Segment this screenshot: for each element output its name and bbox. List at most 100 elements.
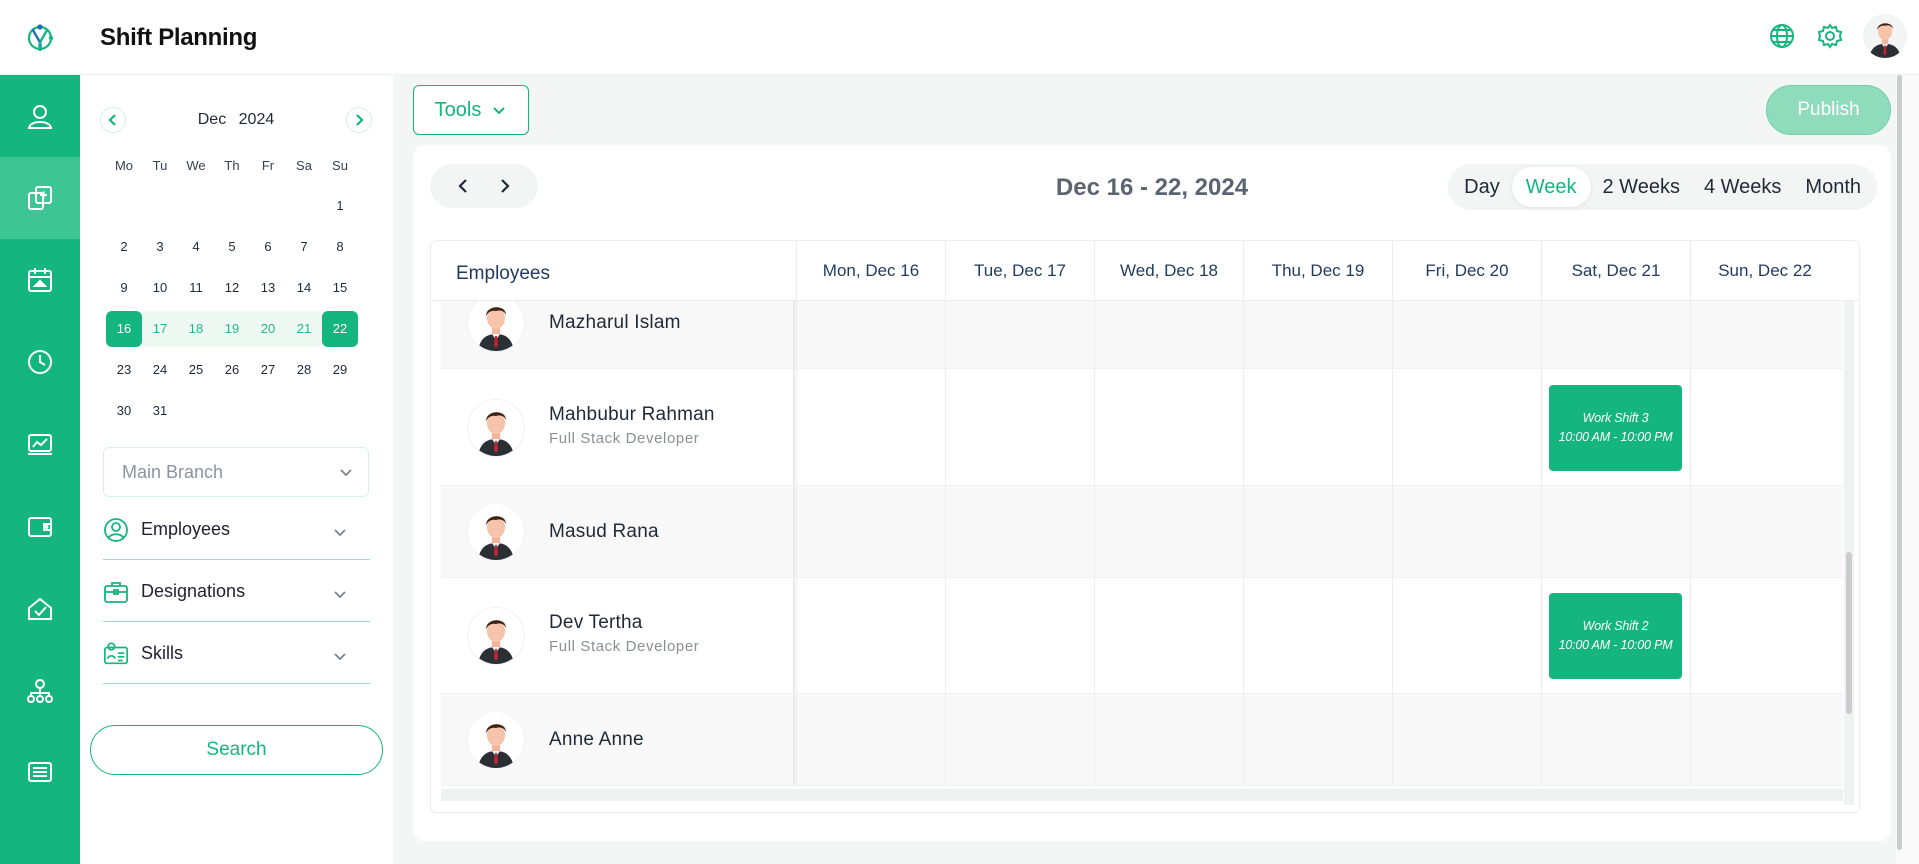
shift-cell[interactable] — [1690, 301, 1839, 368]
calendar-day[interactable]: 12 — [214, 270, 250, 306]
calendar-day[interactable]: 26 — [214, 352, 250, 388]
nav-tasks[interactable] — [0, 567, 80, 649]
nav-shift-planning[interactable] — [0, 157, 80, 239]
calendar-day[interactable]: 21 — [286, 310, 322, 347]
search-button[interactable]: Search — [90, 725, 383, 775]
shift-cell[interactable] — [1243, 301, 1392, 368]
calendar-day[interactable]: 1 — [322, 188, 358, 224]
shift-cell[interactable] — [1392, 486, 1541, 577]
page-scrollbar-thumb[interactable] — [1897, 75, 1902, 850]
view-tab-week[interactable]: Week — [1511, 167, 1591, 207]
calendar-day[interactable]: 16 — [106, 310, 142, 347]
shift-cell[interactable] — [1094, 486, 1243, 577]
employee-cell[interactable]: Anne Anne — [441, 694, 795, 785]
shift-cell[interactable] — [945, 486, 1094, 577]
calendar-day[interactable]: 29 — [322, 352, 358, 388]
calendar-day[interactable]: 11 — [178, 270, 214, 306]
view-tab-month[interactable]: Month — [1793, 167, 1873, 207]
calendar-day[interactable]: 27 — [250, 352, 286, 388]
shift-cell[interactable] — [796, 369, 945, 485]
shift-cell[interactable]: Work Shift 2 10:00 AM - 10:00 PM — [1541, 578, 1690, 693]
shift-cell[interactable] — [1690, 578, 1839, 693]
view-tab-2-weeks[interactable]: 2 Weeks — [1591, 167, 1692, 207]
calendar-day[interactable]: 8 — [322, 229, 358, 265]
calendar-day[interactable]: 2 — [106, 229, 142, 265]
calendar-day[interactable]: 13 — [250, 270, 286, 306]
shift-cell[interactable] — [1243, 578, 1392, 693]
shift-cell[interactable] — [1243, 486, 1392, 577]
shift-cell[interactable] — [1541, 694, 1690, 785]
skills-filter[interactable]: Skills — [103, 624, 370, 684]
shift-cell[interactable] — [945, 694, 1094, 785]
grid-horizontal-scrollbar[interactable] — [441, 789, 1843, 801]
nav-profile[interactable] — [0, 75, 80, 157]
calendar-day[interactable]: 9 — [106, 270, 142, 306]
calendar-day[interactable]: 20 — [250, 310, 286, 347]
shift-cell[interactable] — [945, 301, 1094, 368]
calendar-day[interactable]: 19 — [214, 310, 250, 347]
calendar-day[interactable]: 25 — [178, 352, 214, 388]
nav-attendance[interactable] — [0, 321, 80, 403]
shift-cell[interactable] — [1094, 369, 1243, 485]
shift-cell[interactable] — [1094, 301, 1243, 368]
calendar-day[interactable]: 15 — [322, 270, 358, 306]
shift-cell[interactable] — [1392, 369, 1541, 485]
shift-cell[interactable] — [945, 578, 1094, 693]
nav-list[interactable] — [0, 731, 80, 813]
branch-select[interactable]: Main Branch — [103, 447, 369, 497]
nav-reports[interactable] — [0, 403, 80, 485]
shift-cell[interactable] — [1392, 301, 1541, 368]
publish-button[interactable]: Publish — [1766, 85, 1891, 135]
calendar-day[interactable]: 14 — [286, 270, 322, 306]
shift-cell[interactable] — [1094, 578, 1243, 693]
shift-cell[interactable] — [1541, 301, 1690, 368]
nav-organization[interactable] — [0, 649, 80, 731]
shift-cell[interactable] — [1094, 694, 1243, 785]
grid-scrollbar-thumb[interactable] — [1846, 552, 1852, 714]
settings-icon[interactable] — [1815, 21, 1845, 51]
grid-vertical-scrollbar[interactable] — [1844, 249, 1854, 805]
shift-cell[interactable] — [796, 301, 945, 368]
nav-payroll[interactable] — [0, 485, 80, 567]
calendar-day[interactable]: 5 — [214, 229, 250, 265]
globe-icon[interactable] — [1767, 21, 1797, 51]
shift-cell[interactable] — [796, 694, 945, 785]
calendar-day[interactable]: 17 — [142, 310, 178, 347]
shift-cell[interactable] — [1243, 369, 1392, 485]
shift-cell[interactable] — [1243, 694, 1392, 785]
shift-cell[interactable] — [796, 486, 945, 577]
shift-cell[interactable] — [796, 578, 945, 693]
calendar-day[interactable]: 28 — [286, 352, 322, 388]
employee-cell[interactable]: Mazharul Islam — [441, 301, 795, 368]
tools-dropdown-button[interactable]: Tools — [413, 85, 529, 135]
calendar-day[interactable]: 4 — [178, 229, 214, 265]
shift-cell[interactable]: Work Shift 3 10:00 AM - 10:00 PM — [1541, 369, 1690, 485]
shift-cell[interactable] — [1690, 369, 1839, 485]
calendar-day[interactable]: 3 — [142, 229, 178, 265]
designations-filter[interactable]: Designations — [103, 562, 370, 622]
employee-cell[interactable]: Masud Rana — [441, 486, 795, 577]
shift-cell[interactable] — [1690, 486, 1839, 577]
calendar-day[interactable]: 22 — [322, 310, 358, 347]
view-tab-day[interactable]: Day — [1452, 167, 1512, 207]
calendar-day[interactable]: 31 — [142, 393, 178, 429]
next-month-button[interactable] — [346, 107, 372, 133]
page-scrollbar[interactable] — [1896, 75, 1919, 864]
user-avatar[interactable] — [1863, 14, 1907, 58]
calendar-day[interactable]: 7 — [286, 229, 322, 265]
calendar-day[interactable]: 23 — [106, 352, 142, 388]
shift-cell[interactable] — [1541, 486, 1690, 577]
shift-cell[interactable] — [1392, 694, 1541, 785]
nav-calendar[interactable] — [0, 239, 80, 321]
calendar-day[interactable]: 18 — [178, 310, 214, 347]
shift-cell[interactable] — [1690, 694, 1839, 785]
calendar-day[interactable]: 30 — [106, 393, 142, 429]
employees-filter[interactable]: Employees — [103, 500, 370, 560]
shift-block[interactable]: Work Shift 2 10:00 AM - 10:00 PM — [1549, 593, 1682, 679]
calendar-day[interactable]: 10 — [142, 270, 178, 306]
calendar-day[interactable]: 6 — [250, 229, 286, 265]
app-logo[interactable] — [0, 0, 80, 75]
calendar-day[interactable]: 24 — [142, 352, 178, 388]
employee-cell[interactable]: Mahbubur Rahman Full Stack Developer — [441, 369, 795, 485]
shift-cell[interactable] — [1392, 578, 1541, 693]
